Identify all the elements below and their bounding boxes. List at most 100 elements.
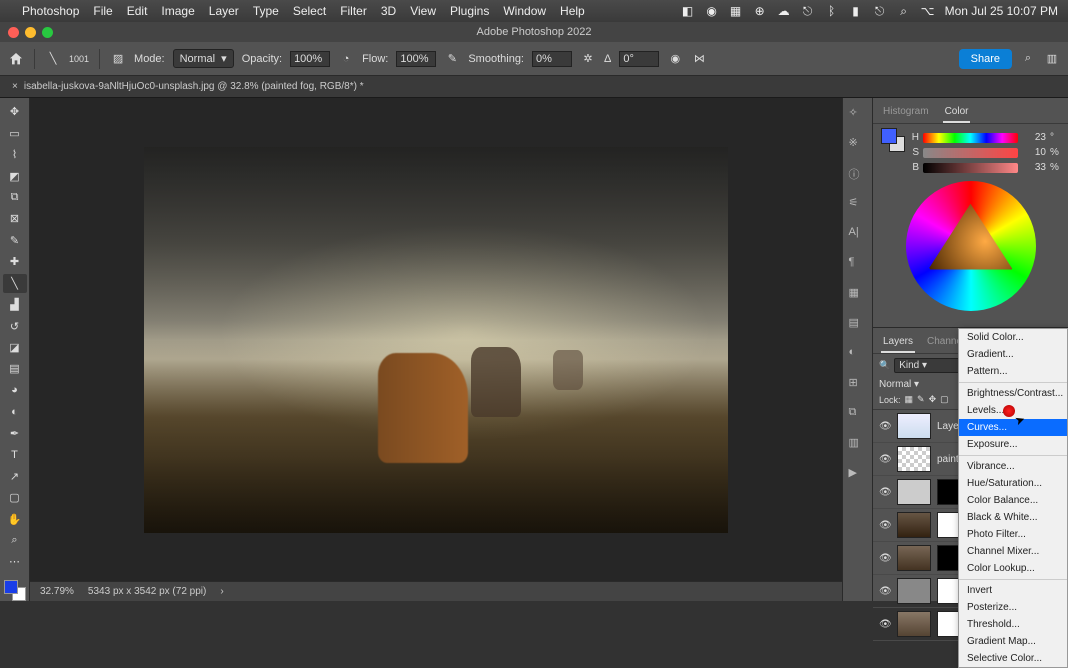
menu-image[interactable]: Image xyxy=(161,4,194,18)
layer-thumbnail[interactable] xyxy=(897,611,931,637)
window-close-button[interactable] xyxy=(8,27,19,38)
panel-icon[interactable]: ✧ xyxy=(849,106,867,124)
dodge-tool-icon[interactable]: ◐ xyxy=(3,402,27,421)
character-panel-icon[interactable]: A| xyxy=(849,226,867,244)
layer-visibility-icon[interactable]: 👁 xyxy=(879,454,891,465)
document-tab[interactable]: × isabella-juskova-9aNltHjuOc0-unsplash.… xyxy=(0,76,1068,98)
menu-gradient[interactable]: Gradient... xyxy=(959,346,1067,363)
layer-visibility-icon[interactable]: 👁 xyxy=(879,553,891,564)
search-icon[interactable]: ⌕ xyxy=(897,4,911,18)
menu-solid-color[interactable]: Solid Color... xyxy=(959,329,1067,346)
color-wheel[interactable] xyxy=(906,181,1036,311)
app-menu[interactable]: Photoshop xyxy=(22,4,79,18)
bluetooth-icon[interactable]: ᛒ xyxy=(825,4,839,18)
menu-gradient-map[interactable]: Gradient Map... xyxy=(959,633,1067,650)
bri-slider[interactable] xyxy=(923,163,1018,173)
panel-icon[interactable]: ▥ xyxy=(849,436,867,454)
brush-size-value[interactable]: 1001 xyxy=(69,54,89,64)
panel-icon[interactable]: ⧉ xyxy=(849,406,867,424)
panel-icon[interactable]: ▦ xyxy=(849,286,867,304)
smoothing-input[interactable] xyxy=(532,51,572,67)
panel-icon[interactable]: ⓘ xyxy=(849,166,867,184)
blend-mode-select[interactable]: Normal ▾ xyxy=(173,49,234,68)
blend-mode-select-layers[interactable]: Normal ▾ xyxy=(879,379,945,390)
menu-selective-color[interactable]: Selective Color... xyxy=(959,650,1067,667)
lock-pixels-icon[interactable]: ▦ xyxy=(905,394,914,405)
panel-icon[interactable]: ▤ xyxy=(849,316,867,334)
clock[interactable]: Mon Jul 25 10:07 PM xyxy=(945,4,1058,18)
menu-photo-filter[interactable]: Photo Filter... xyxy=(959,526,1067,543)
layer-thumbnail[interactable] xyxy=(897,545,931,571)
panel-icon[interactable]: ▶ xyxy=(849,466,867,484)
status-icon[interactable]: ⎋ xyxy=(801,4,815,18)
menu-color-lookup[interactable]: Color Lookup... xyxy=(959,560,1067,577)
marquee-tool-icon[interactable]: ▭ xyxy=(3,123,27,142)
shape-tool-icon[interactable]: ▢ xyxy=(3,488,27,507)
layers-tab[interactable]: Layers xyxy=(881,332,915,353)
zoom-tool-icon[interactable]: ⌕ xyxy=(3,531,27,550)
menu-hue-saturation[interactable]: Hue/Saturation... xyxy=(959,475,1067,492)
frame-tool-icon[interactable]: ⊠ xyxy=(3,209,27,228)
gradient-tool-icon[interactable]: ▤ xyxy=(3,359,27,378)
flow-input[interactable] xyxy=(396,51,436,67)
status-icon[interactable]: ◉ xyxy=(705,4,719,18)
home-icon[interactable] xyxy=(8,51,24,67)
menu-select[interactable]: Select xyxy=(293,4,326,18)
status-icon[interactable]: ◧ xyxy=(681,4,695,18)
menu-3d[interactable]: 3D xyxy=(381,4,396,18)
menu-type[interactable]: Type xyxy=(253,4,279,18)
canvas-image[interactable] xyxy=(144,147,728,533)
menu-filter[interactable]: Filter xyxy=(340,4,367,18)
path-tool-icon[interactable]: ↗ xyxy=(3,466,27,485)
zoom-level[interactable]: 32.79% xyxy=(40,586,74,597)
hue-value[interactable]: 23 xyxy=(1022,132,1046,143)
menu-exposure[interactable]: Exposure... xyxy=(959,436,1067,453)
wifi-icon[interactable]: ⎋ xyxy=(873,4,887,18)
layer-thumbnail[interactable] xyxy=(897,413,931,439)
foreground-color[interactable] xyxy=(4,580,18,594)
paragraph-panel-icon[interactable]: ¶ xyxy=(849,256,867,274)
menu-window[interactable]: Window xyxy=(503,4,546,18)
layer-thumbnail[interactable] xyxy=(897,479,931,505)
workspace-switcher-icon[interactable]: ▥ xyxy=(1044,51,1060,67)
lock-brush-icon[interactable]: ✎ xyxy=(917,394,925,405)
panel-icon[interactable]: ◐ xyxy=(849,346,867,364)
menu-help[interactable]: Help xyxy=(560,4,585,18)
type-tool-icon[interactable]: T xyxy=(3,445,27,464)
menu-color-balance[interactable]: Color Balance... xyxy=(959,492,1067,509)
menu-invert[interactable]: Invert xyxy=(959,582,1067,599)
panel-icon[interactable]: ※ xyxy=(849,136,867,154)
menu-pattern[interactable]: Pattern... xyxy=(959,363,1067,380)
menu-curves[interactable]: Curves... xyxy=(959,419,1067,436)
opacity-input[interactable] xyxy=(290,51,330,67)
search-icon[interactable]: ⌕ xyxy=(1020,51,1036,67)
layer-visibility-icon[interactable]: 👁 xyxy=(879,619,891,630)
window-maximize-button[interactable] xyxy=(42,27,53,38)
angle-input[interactable] xyxy=(619,51,659,67)
layer-visibility-icon[interactable]: 👁 xyxy=(879,586,891,597)
layer-visibility-icon[interactable]: 👁 xyxy=(879,421,891,432)
control-center-icon[interactable]: ⌥ xyxy=(921,4,935,18)
lasso-tool-icon[interactable]: ⌇ xyxy=(3,145,27,164)
lock-artboard-icon[interactable]: ▢ xyxy=(940,394,949,405)
menu-edit[interactable]: Edit xyxy=(127,4,148,18)
sat-slider[interactable] xyxy=(923,148,1018,158)
histogram-tab[interactable]: Histogram xyxy=(881,102,931,123)
menu-view[interactable]: View xyxy=(410,4,436,18)
eraser-tool-icon[interactable]: ◪ xyxy=(3,338,27,357)
symmetry-icon[interactable]: ⋈ xyxy=(691,51,707,67)
window-minimize-button[interactable] xyxy=(25,27,36,38)
color-panel-swatch[interactable] xyxy=(881,128,905,152)
menu-posterize[interactable]: Posterize... xyxy=(959,599,1067,616)
status-icon[interactable]: ☁ xyxy=(777,4,791,18)
status-chevron-icon[interactable]: › xyxy=(220,586,223,597)
panel-icon[interactable]: ⊞ xyxy=(849,376,867,394)
move-tool-icon[interactable]: ✥ xyxy=(3,102,27,121)
eyedropper-tool-icon[interactable]: ✎ xyxy=(3,231,27,250)
history-brush-tool-icon[interactable]: ↺ xyxy=(3,316,27,335)
airbrush-icon[interactable]: ✎ xyxy=(444,51,460,67)
smoothing-options-icon[interactable]: ✲ xyxy=(580,51,596,67)
menu-vibrance[interactable]: Vibrance... xyxy=(959,458,1067,475)
menu-channel-mixer[interactable]: Channel Mixer... xyxy=(959,543,1067,560)
healing-tool-icon[interactable]: ✚ xyxy=(3,252,27,271)
